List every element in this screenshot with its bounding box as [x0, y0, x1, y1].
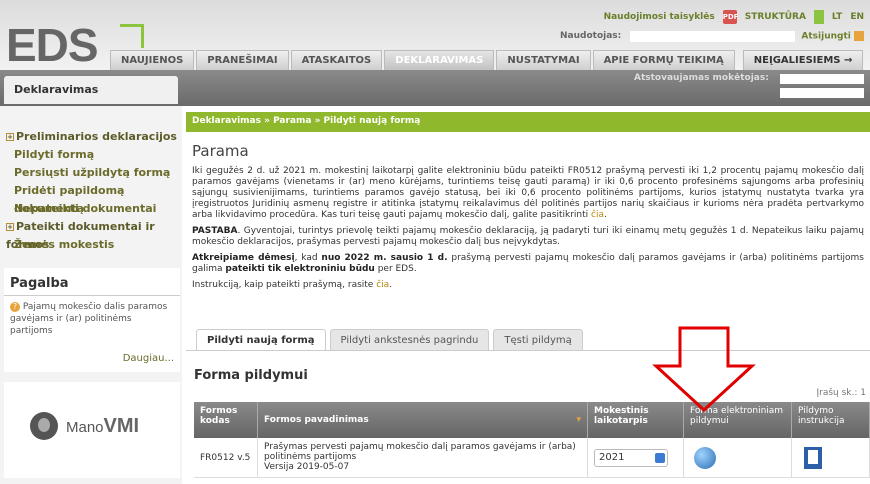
- section-tab-deklaravimas[interactable]: Deklaravimas: [4, 76, 178, 104]
- row-period: 2021: [588, 438, 684, 477]
- sidebar-item-persiusti[interactable]: Persiųsti užpildytą formą: [6, 164, 182, 182]
- mano-vmi-box[interactable]: ManoVMI: [4, 382, 180, 478]
- tab-previous-form[interactable]: Pildyti ankstesnės pagrindu: [329, 329, 490, 351]
- logout-label: Atsijungti: [801, 31, 851, 42]
- lang-lt[interactable]: LT: [832, 12, 842, 22]
- period-select[interactable]: 2021: [594, 448, 668, 467]
- sidebar-item-preliminarios[interactable]: + Preliminarios deklaracijos: [6, 128, 182, 146]
- help-icon: ?: [10, 302, 20, 312]
- sidebar-item-pateikti[interactable]: + Pateikti dokumentai ir formos: [6, 218, 182, 251]
- user-label: Naudotojas:: [560, 31, 622, 41]
- check-link[interactable]: čia: [591, 210, 604, 220]
- sort-icon[interactable]: ▾: [576, 415, 581, 425]
- tab-pranesimai[interactable]: PRANEŠIMAI: [196, 50, 289, 70]
- tab-nustatymai[interactable]: NUSTATYMAI: [496, 50, 591, 70]
- row-form-name: Prašymas pervesti pajamų mokesčio dalį p…: [258, 438, 588, 477]
- header: EDS Naudojimosi taisyklės PDF STRUKTŪRA …: [0, 0, 870, 71]
- expand-icon[interactable]: +: [6, 223, 14, 231]
- pdf-icon[interactable]: PDF: [722, 10, 738, 24]
- row-form-version: Versija 2019-05-07: [264, 462, 350, 472]
- tab-deklaravimas[interactable]: DEKLARAVIMAS: [384, 50, 495, 70]
- forms-table: Formos kodas Formos pavadinimas ▾ Mokesti…: [194, 402, 870, 478]
- row-instruction: [792, 438, 870, 477]
- sidebar-item-label: Preliminarios deklaracijos: [16, 130, 177, 143]
- structure-icon[interactable]: [813, 10, 824, 24]
- structure-link[interactable]: STRUKTŪRA: [745, 12, 806, 22]
- user-row: Naudotojas: Atsijungti: [560, 31, 864, 42]
- breadcrumb: Deklaravimas » Parama » Pildyti naują fo…: [186, 112, 870, 132]
- main-nav: NAUJIENOS PRANEŠIMAI ATASKAITOS DEKLARAV…: [110, 50, 864, 70]
- lang-en[interactable]: EN: [850, 12, 864, 22]
- info-paragraph-3: Atkreipiame dėmesį, kad nuo 2022 m. saus…: [192, 253, 864, 274]
- info-paragraph-1: Iki gegužės 2 d. už 2021 m. mokestinį la…: [192, 166, 864, 220]
- sidebar-item-nepateikti[interactable]: Nepateikti dokumentai: [6, 200, 182, 218]
- represented-payer: Atstovaujamas mokėtojas:: [628, 70, 870, 98]
- sidebar-item-pildyti[interactable]: Pildyti formą: [6, 146, 182, 164]
- tab-ataskaitos[interactable]: ATASKAITOS: [290, 50, 383, 70]
- sidebar-menu: + Preliminarios deklaracijos Pildyti form…: [6, 128, 182, 254]
- tabs-divider: [186, 350, 870, 351]
- mano-vmi-logo[interactable]: ManoVMI: [30, 412, 139, 440]
- rules-link[interactable]: Naudojimosi taisyklės: [604, 12, 715, 22]
- table-row: FR0512 v.5 Prašymas pervesti pajamų moke…: [194, 438, 870, 478]
- row-electronic-form: [684, 438, 792, 477]
- logout-icon[interactable]: [854, 31, 864, 41]
- mano-vmi-icon: [30, 412, 58, 440]
- expand-icon[interactable]: +: [6, 133, 14, 141]
- form-tabs: Pildyti naują formą Pildyti ankstesnės p…: [196, 329, 583, 351]
- period-value: 2021: [599, 451, 625, 463]
- header-form-code: Formos kodas: [194, 402, 258, 438]
- tab-apie-formu-teikima[interactable]: APIE FORMŲ TEIKIMĄ: [592, 50, 735, 70]
- eds-logo-mark-icon: [120, 24, 144, 48]
- info-paragraph-4: Instrukciją, kaip pateikti prašymą, rasi…: [192, 280, 393, 290]
- help-title: Pagalba: [4, 268, 180, 296]
- help-link[interactable]: ? Pajamų mokesčio dalis paramos gavėjams…: [4, 296, 180, 342]
- globe-icon[interactable]: [694, 446, 716, 469]
- header-instruction: Pildymo instrukcija: [792, 402, 870, 438]
- help-box: Pagalba ? Pajamų mokesčio dalis paramos …: [4, 268, 180, 372]
- row-form-code: FR0512 v.5: [194, 438, 258, 477]
- top-links: Naudojimosi taisyklės PDF STRUKTŪRA LT E…: [604, 10, 864, 24]
- represented-payer-value-2: [780, 88, 864, 98]
- sidebar-item-zemes[interactable]: Žemės mokestis: [6, 236, 182, 254]
- page-title: Parama: [192, 142, 249, 160]
- mano-vmi-text: ManoVMI: [66, 414, 140, 437]
- tab-new-form[interactable]: Pildyti naują formą: [196, 329, 326, 351]
- word-document-icon[interactable]: [804, 446, 822, 469]
- form-section-title: Forma pildymui: [194, 368, 308, 383]
- eds-logo: EDS: [6, 19, 99, 71]
- tab-neigaliesiems[interactable]: NEĮGALIESIEMS →: [742, 50, 864, 70]
- represented-payer-value: [780, 74, 864, 84]
- help-more-link[interactable]: Daugiau...: [123, 353, 174, 364]
- user-value: [630, 31, 796, 42]
- records-count: Įrašų sk.: 1: [816, 388, 866, 398]
- help-link-label: Pajamų mokesčio dalis paramos gavėjams i…: [10, 302, 168, 336]
- table-header: Formos kodas Formos pavadinimas ▾ Mokesti…: [194, 402, 870, 438]
- sidebar-item-prideti[interactable]: Pridėti papildomą dokumentą: [6, 182, 182, 215]
- represented-payer-label: Atstovaujamas mokėtojas:: [634, 73, 769, 83]
- tab-naujienos[interactable]: NAUJIENOS: [110, 50, 195, 70]
- header-form-name[interactable]: Formos pavadinimas ▾: [258, 402, 588, 438]
- header-form-name-label: Formos pavadinimas: [264, 415, 369, 425]
- info-paragraph-2: PASTABA. Gyventojai, turintys prievolę t…: [192, 226, 864, 247]
- logout-link[interactable]: Atsijungti: [801, 31, 864, 42]
- instruction-link[interactable]: čia: [376, 280, 389, 290]
- chevron-down-icon[interactable]: [655, 452, 665, 463]
- main-content: Deklaravimas » Parama » Pildyti naują fo…: [186, 112, 870, 478]
- red-arrow-annotation: [652, 326, 756, 412]
- tab-continue-form[interactable]: Tęsti pildymą: [493, 329, 583, 351]
